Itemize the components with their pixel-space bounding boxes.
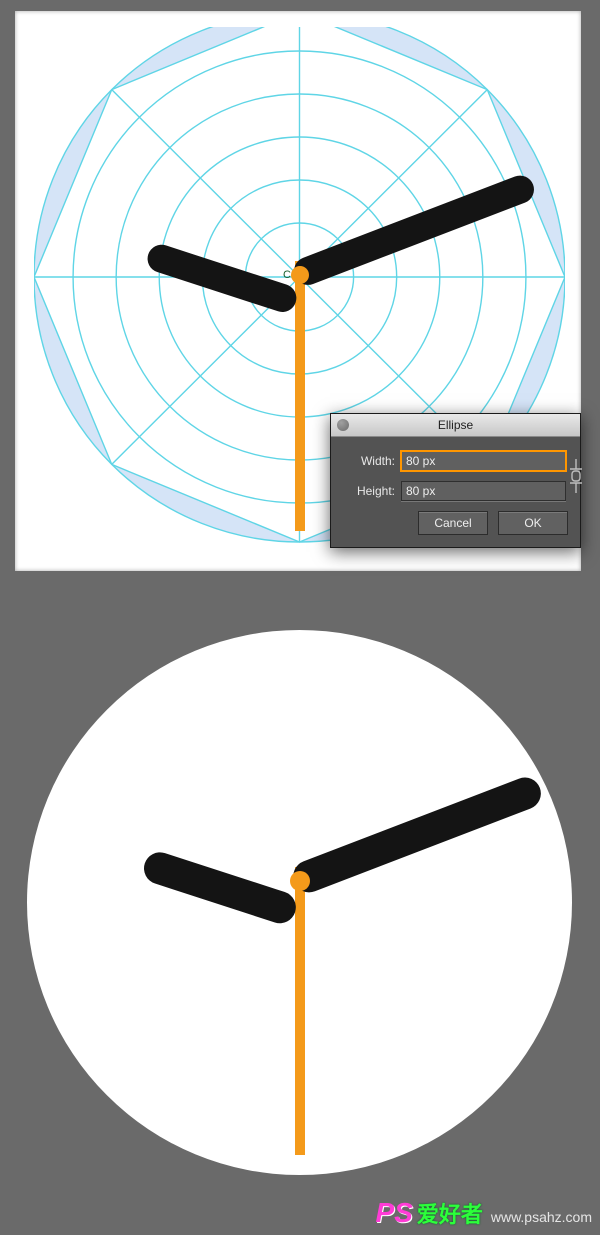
second-hand[interactable] [295, 261, 305, 531]
watermark-url: www.psahz.com [491, 1209, 592, 1225]
dialog-titlebar[interactable]: Ellipse [331, 414, 580, 437]
height-input[interactable] [401, 481, 566, 501]
constrain-proportions-icon[interactable] [566, 457, 586, 495]
watermark: PS 爱好者 www.psahz.com [375, 1197, 592, 1229]
hour-hand [139, 848, 299, 927]
ellipse-dialog: Ellipse Width: Height: [330, 413, 581, 548]
width-input[interactable] [401, 451, 566, 471]
watermark-logo-cn: 爱好者 [417, 1197, 483, 1229]
watermark-logo-ps: PS [375, 1197, 412, 1229]
width-label: Width: [343, 454, 395, 468]
center-hub [290, 871, 310, 891]
illustrator-canvas: Center Ellipse Width: Height: [15, 11, 581, 571]
cancel-button[interactable]: Cancel [418, 511, 488, 535]
center-hub[interactable] [291, 266, 309, 284]
ok-button[interactable]: OK [498, 511, 568, 535]
height-label: Height: [343, 484, 395, 498]
dialog-title: Ellipse [438, 418, 473, 432]
result-clock-face [27, 630, 572, 1175]
close-icon[interactable] [337, 419, 349, 431]
second-hand [295, 867, 305, 1155]
minute-hand [288, 773, 545, 897]
